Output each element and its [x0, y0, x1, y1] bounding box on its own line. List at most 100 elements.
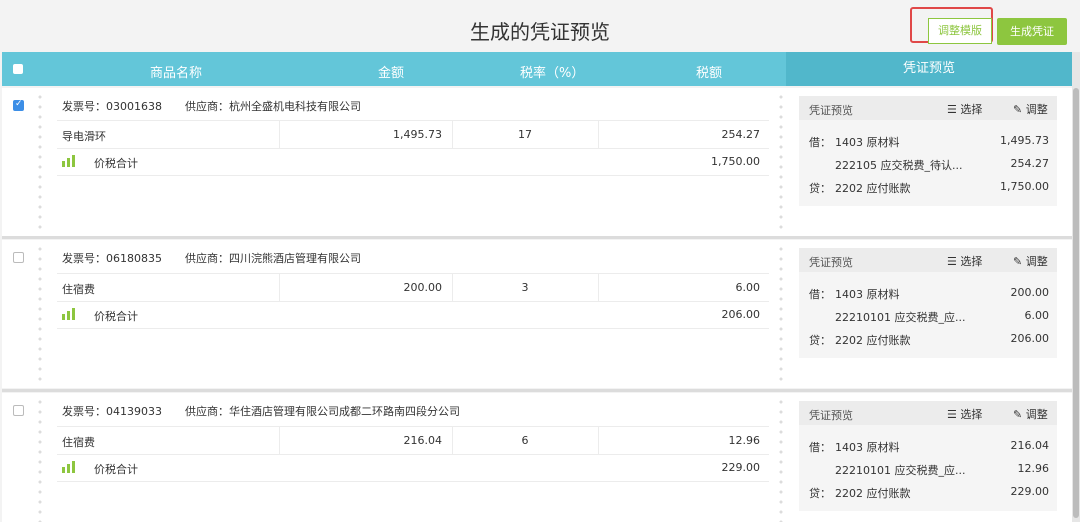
account-amount: 6.00: [1024, 309, 1050, 322]
col-divider: [598, 121, 599, 148]
voucher-preview-title: 凭证预览: [809, 256, 853, 269]
row-divider: [57, 175, 769, 176]
total-label: 价税合计: [94, 310, 138, 323]
item-tax: 6.00: [735, 281, 761, 294]
invoice-block: 发票号：04139033 供应商：华住酒店管理有限公司成都二环路南四段分公司 住…: [2, 393, 1072, 522]
total-amount: 206.00: [721, 308, 761, 321]
account-amount: 12.96: [1017, 462, 1050, 475]
select-button[interactable]: ☰ 选择: [947, 253, 982, 269]
invoice-number: 发票号：06180835: [62, 252, 162, 265]
account-amount: 1,750.00: [1000, 180, 1049, 193]
item-rate: 6: [521, 434, 529, 447]
item-name: 住宿费: [62, 283, 95, 296]
top-bar: 生成的凭证预览 调整模版 生成凭证: [0, 0, 1080, 52]
credit-label: 贷：: [809, 182, 831, 195]
invoice-block: 发票号：06180835 供应商：四川浣熊酒店管理有限公司 住宿费 200.00…: [2, 240, 1072, 388]
item-amount: 200.00: [403, 281, 443, 294]
invoice-checkbox[interactable]: [13, 405, 24, 416]
supplier-name: 供应商：华住酒店管理有限公司成都二环路南四段分公司: [185, 405, 460, 418]
item-name: 导电滑环: [62, 130, 106, 143]
col-divider: [452, 121, 453, 148]
account-name: 2202 应付账款: [835, 182, 911, 195]
col-divider: [452, 274, 453, 301]
row-divider: [57, 481, 769, 482]
header-amount: 金额: [378, 66, 405, 81]
voucher-preview-title: 凭证预览: [809, 104, 853, 117]
item-rate: 3: [521, 281, 529, 294]
item-amount: 216.04: [403, 434, 443, 447]
row-divider: [57, 120, 769, 121]
item-name: 住宿费: [62, 436, 95, 449]
chart-icon: [62, 155, 76, 167]
adjust-button[interactable]: ✎ 调整: [1013, 406, 1048, 422]
account-amount: 200.00: [1010, 286, 1050, 299]
header-tax: 税额: [696, 66, 723, 81]
col-divider: [279, 427, 280, 454]
col-divider: [452, 427, 453, 454]
account-amount: 254.27: [1010, 157, 1050, 170]
col-divider: [598, 427, 599, 454]
adjust-button[interactable]: ✎ 调整: [1013, 253, 1048, 269]
table-header: 商品名称 金额 税率（%） 税额 凭证预览: [2, 52, 1072, 86]
invoice-number: 发票号：03001638: [62, 100, 162, 113]
block-separator: [2, 389, 1072, 392]
divider: [38, 92, 42, 232]
total-amount: 229.00: [721, 461, 761, 474]
chart-icon: [62, 308, 76, 320]
item-amount: 1,495.73: [393, 128, 442, 141]
scrollbar-thumb[interactable]: [1073, 88, 1079, 518]
row-divider: [57, 273, 769, 274]
voucher-preview-title: 凭证预览: [809, 409, 853, 422]
supplier-name: 供应商：杭州全盛机电科技有限公司: [185, 100, 361, 113]
row-divider: [57, 328, 769, 329]
item-tax: 254.27: [721, 128, 761, 141]
account-name: 2202 应付账款: [835, 334, 911, 347]
divider: [779, 397, 783, 522]
row-divider: [57, 301, 769, 302]
account-name: 1403 原材料: [835, 441, 900, 454]
account-name: 1403 原材料: [835, 136, 900, 149]
row-divider: [57, 148, 769, 149]
debit-label: 借：: [809, 441, 831, 454]
divider: [779, 92, 783, 232]
total-amount: 1,750.00: [711, 155, 760, 168]
account-name: 22210101 应交税费_应...: [835, 464, 966, 477]
voucher-preview-card: 凭证预览 ☰ 选择 ✎ 调整 借： 1403 原材料 200.00 222101…: [799, 248, 1057, 358]
divider: [779, 244, 783, 384]
account-amount: 216.04: [1010, 439, 1050, 452]
col-divider: [598, 274, 599, 301]
divider: [38, 397, 42, 522]
col-divider: [279, 121, 280, 148]
header-rate: 税率（%）: [520, 66, 585, 81]
item-rate: 17: [518, 128, 532, 141]
account-amount: 206.00: [1010, 332, 1050, 345]
invoice-checkbox[interactable]: [13, 252, 24, 263]
chart-icon: [62, 461, 76, 473]
item-tax: 12.96: [728, 434, 761, 447]
voucher-preview-card: 凭证预览 ☰ 选择 ✎ 调整 借： 1403 原材料 216.04 222101…: [799, 401, 1057, 511]
account-name: 22210101 应交税费_应...: [835, 311, 966, 324]
credit-label: 贷：: [809, 334, 831, 347]
invoice-checkbox[interactable]: [13, 99, 24, 111]
account-name: 222105 应交税费_待认...: [835, 159, 963, 172]
generate-voucher-button[interactable]: 生成凭证: [997, 18, 1067, 45]
select-button[interactable]: ☰ 选择: [947, 406, 982, 422]
adjust-template-button[interactable]: 调整模版: [928, 18, 992, 44]
adjust-button[interactable]: ✎ 调整: [1013, 101, 1048, 117]
col-divider: [279, 274, 280, 301]
divider: [38, 244, 42, 384]
account-amount: 1,495.73: [1000, 134, 1049, 147]
credit-label: 贷：: [809, 487, 831, 500]
total-label: 价税合计: [94, 463, 138, 476]
debit-label: 借：: [809, 288, 831, 301]
block-separator: [2, 236, 1072, 239]
invoice-number: 发票号：04139033: [62, 405, 162, 418]
header-preview: 凭证预览: [786, 52, 1072, 86]
header-name: 商品名称: [150, 66, 203, 81]
row-divider: [57, 426, 769, 427]
select-button[interactable]: ☰ 选择: [947, 101, 982, 117]
debit-label: 借：: [809, 136, 831, 149]
account-name: 2202 应付账款: [835, 487, 911, 500]
total-label: 价税合计: [94, 157, 138, 170]
select-all-checkbox[interactable]: [13, 64, 23, 74]
